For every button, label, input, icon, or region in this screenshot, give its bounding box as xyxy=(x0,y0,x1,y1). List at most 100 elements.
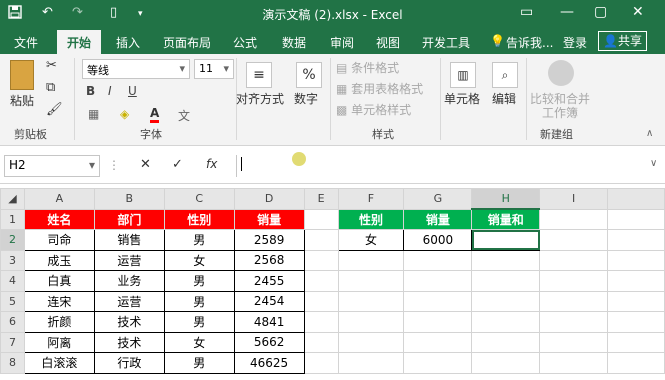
side-cell-gender[interactable]: 女 xyxy=(337,229,405,251)
select-all-corner[interactable]: ◢ xyxy=(0,188,25,210)
column-header[interactable]: E xyxy=(303,188,339,210)
cell[interactable] xyxy=(471,249,541,271)
cell[interactable] xyxy=(471,270,541,292)
cell[interactable] xyxy=(303,311,339,333)
cut-icon[interactable]: ✂ xyxy=(46,58,57,73)
tab-formulas[interactable]: 公式 xyxy=(233,34,257,51)
font-size-select[interactable]: 11 ▾ xyxy=(194,59,234,79)
collapse-ribbon-icon[interactable]: ∧ xyxy=(646,128,653,139)
cell[interactable]: 女 xyxy=(163,249,235,271)
cell[interactable] xyxy=(403,270,473,292)
align-icon[interactable]: ≡ xyxy=(246,62,272,88)
table-format-button[interactable]: ▦ 套用表格格式 xyxy=(336,80,423,97)
tell-me-box[interactable]: 告诉我... xyxy=(506,34,553,51)
confirm-entry-icon[interactable]: ✓ xyxy=(172,157,183,172)
percent-icon[interactable]: % xyxy=(296,62,322,88)
paste-button[interactable]: 粘贴 xyxy=(10,92,34,109)
cell[interactable] xyxy=(403,352,473,374)
cell[interactable]: 行政 xyxy=(93,352,165,374)
cell[interactable] xyxy=(539,290,609,312)
tab-data[interactable]: 数据 xyxy=(282,34,306,51)
cell[interactable]: 2568 xyxy=(233,249,305,271)
cell[interactable] xyxy=(471,290,541,312)
row-header[interactable]: 3 xyxy=(0,249,25,271)
cell[interactable]: 连宋 xyxy=(23,290,95,312)
row-header[interactable]: 1 xyxy=(0,208,25,230)
cell[interactable]: 男 xyxy=(163,311,235,333)
column-header[interactable]: D xyxy=(233,188,305,210)
cell[interactable]: 5662 xyxy=(233,331,305,353)
tab-view[interactable]: 视图 xyxy=(376,34,400,51)
close-icon[interactable]: ✕ xyxy=(632,4,644,20)
compare-merge-label-2[interactable]: 工作簿 xyxy=(542,104,578,121)
cell[interactable] xyxy=(471,311,541,333)
conditional-format-button[interactable]: ▤ 条件格式 xyxy=(336,59,399,76)
cell[interactable] xyxy=(539,208,609,230)
cell[interactable] xyxy=(607,331,665,353)
row-header[interactable]: 7 xyxy=(0,331,25,353)
column-header[interactable]: C xyxy=(163,188,235,210)
bold-button[interactable]: B xyxy=(86,84,95,98)
cell[interactable] xyxy=(337,270,405,292)
cell[interactable] xyxy=(303,229,339,251)
column-header[interactable]: F xyxy=(337,188,405,210)
cell[interactable] xyxy=(403,290,473,312)
cell[interactable] xyxy=(337,331,405,353)
row-header[interactable]: 4 xyxy=(0,270,25,292)
cell[interactable]: 男 xyxy=(163,352,235,374)
underline-button[interactable]: U xyxy=(128,84,137,98)
cell[interactable] xyxy=(337,311,405,333)
tab-developer[interactable]: 开发工具 xyxy=(422,34,470,51)
cell[interactable]: 白滚滚 xyxy=(23,352,95,374)
cell[interactable]: 折颜 xyxy=(23,311,95,333)
cell[interactable]: 销售 xyxy=(93,229,165,251)
cell[interactable] xyxy=(337,290,405,312)
minimize-icon[interactable]: — xyxy=(560,4,574,20)
cell[interactable] xyxy=(403,311,473,333)
column-header[interactable]: B xyxy=(93,188,165,210)
share-button[interactable]: 👤共享 xyxy=(598,31,647,51)
name-box[interactable]: H2 ▾ xyxy=(4,155,100,177)
cell[interactable] xyxy=(607,229,665,251)
cell[interactable]: 男 xyxy=(163,229,235,251)
active-cell-h2[interactable] xyxy=(471,229,541,251)
cell[interactable] xyxy=(471,352,541,374)
cell[interactable]: 女 xyxy=(163,331,235,353)
cell[interactable] xyxy=(607,352,665,374)
paste-icon[interactable] xyxy=(10,60,34,90)
cell[interactable] xyxy=(607,311,665,333)
cell-style-button[interactable]: ▩ 单元格样式 xyxy=(336,101,411,118)
number-button[interactable]: 数字 xyxy=(294,90,318,107)
side-header-gender[interactable]: 性别 xyxy=(337,208,405,230)
cell[interactable] xyxy=(539,311,609,333)
italic-button[interactable]: I xyxy=(108,84,112,98)
header-cell-gender[interactable]: 性别 xyxy=(163,208,235,230)
cells-icon[interactable]: ▥ xyxy=(450,62,476,88)
cell[interactable]: 2589 xyxy=(233,229,305,251)
cell[interactable] xyxy=(471,331,541,353)
row-header[interactable]: 6 xyxy=(0,311,25,333)
cell[interactable] xyxy=(337,352,405,374)
tab-page-layout[interactable]: 页面布局 xyxy=(163,34,211,51)
font-color-button[interactable]: A xyxy=(150,106,160,123)
tab-home[interactable]: 开始 xyxy=(57,30,102,54)
column-header-selected[interactable]: H xyxy=(471,188,541,210)
cell[interactable] xyxy=(303,352,339,374)
cell[interactable] xyxy=(403,331,473,353)
side-header-sales-sum[interactable]: 销量和 xyxy=(471,208,541,230)
cell[interactable]: 2454 xyxy=(233,290,305,312)
cell[interactable] xyxy=(403,249,473,271)
cell[interactable] xyxy=(303,331,339,353)
column-header[interactable]: A xyxy=(23,188,95,210)
cell[interactable] xyxy=(539,270,609,292)
cell[interactable] xyxy=(303,270,339,292)
cell[interactable]: 技术 xyxy=(93,331,165,353)
cell[interactable]: 业务 xyxy=(93,270,165,292)
login-link[interactable]: 登录 xyxy=(563,34,587,51)
alignment-button[interactable]: 对齐方式 xyxy=(236,90,284,107)
cell[interactable] xyxy=(539,331,609,353)
cell[interactable] xyxy=(539,229,609,251)
side-header-sales[interactable]: 销量 xyxy=(403,208,473,230)
row-header[interactable]: 8 xyxy=(0,352,25,374)
cell[interactable] xyxy=(607,208,665,230)
